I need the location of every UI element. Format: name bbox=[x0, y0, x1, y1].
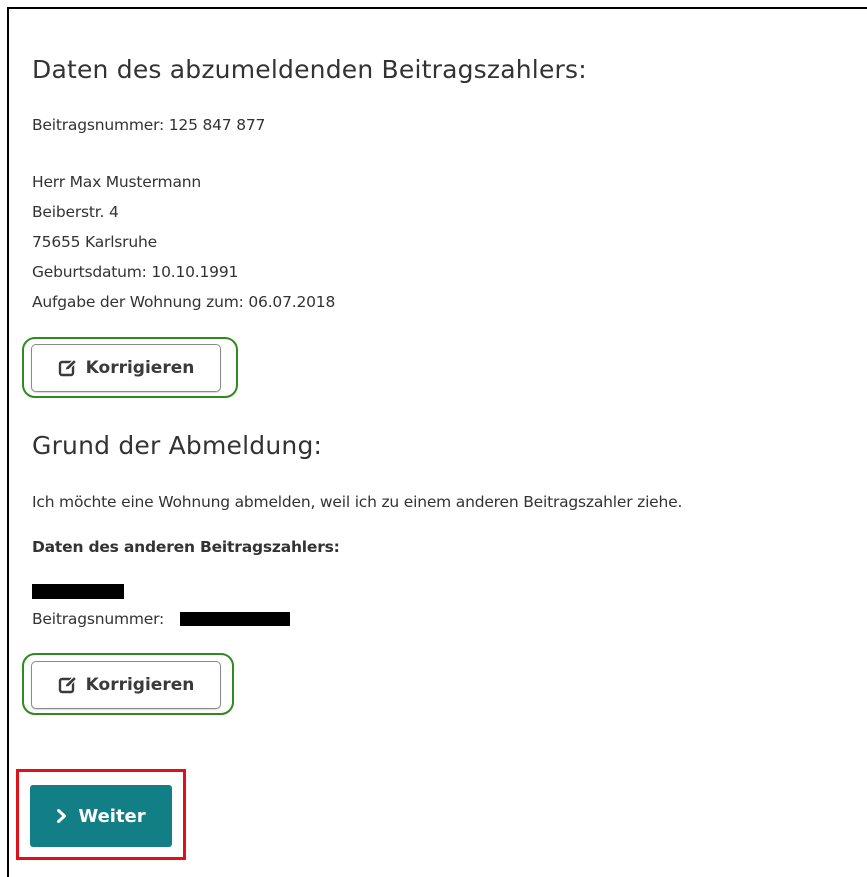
redacted-name bbox=[32, 584, 124, 599]
section-heading-reason: Grund der Abmeldung: bbox=[32, 431, 323, 460]
chevron-right-icon bbox=[57, 809, 67, 823]
weiter-label: Weiter bbox=[78, 805, 146, 827]
korrigieren-button-payer[interactable]: Korrigieren bbox=[31, 344, 221, 392]
payer-city: 75655 Karlsruhe bbox=[32, 233, 157, 251]
payer-moveout-date: Aufgabe der Wohnung zum: 06.07.2018 bbox=[32, 293, 336, 311]
beitragsnummer-text: Beitragsnummer: 125 847 877 bbox=[32, 116, 266, 134]
other-payer-subheading: Daten des anderen Beitragszahlers: bbox=[32, 538, 340, 556]
reason-text: Ich möchte eine Wohnung abmelden, weil i… bbox=[32, 493, 683, 511]
payer-name: Herr Max Mustermann bbox=[32, 173, 201, 191]
payer-street: Beiberstr. 4 bbox=[32, 203, 119, 221]
other-beitragsnummer-label: Beitragsnummer: bbox=[32, 610, 165, 628]
korrigieren-button-other[interactable]: Korrigieren bbox=[31, 661, 221, 709]
redacted-beitragsnummer bbox=[180, 612, 290, 626]
korrigieren-label: Korrigieren bbox=[85, 358, 195, 378]
section-heading-payer: Daten des abzumeldenden Beitragszahlers: bbox=[32, 55, 587, 84]
korrigieren-label: Korrigieren bbox=[85, 675, 195, 695]
weiter-button[interactable]: Weiter bbox=[30, 785, 172, 847]
edit-icon bbox=[58, 675, 77, 694]
payer-birthdate: Geburtsdatum: 10.10.1991 bbox=[32, 263, 239, 281]
edit-icon bbox=[58, 358, 77, 377]
